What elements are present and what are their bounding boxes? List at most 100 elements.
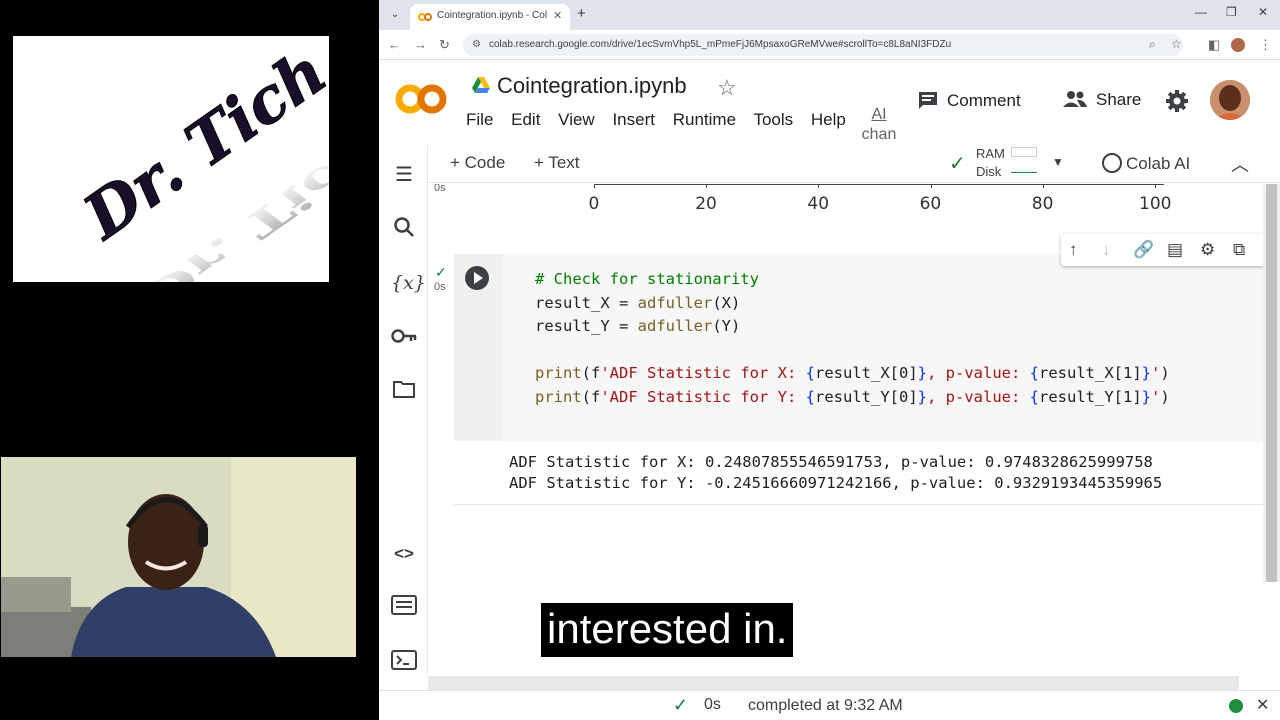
code-line-6: print(f'ADF Statistic for Y: {result_Y[0… [535,387,1170,406]
files-folder-icon[interactable] [391,379,417,405]
x-tick-mark [1042,184,1044,188]
command-palette-icon[interactable] [391,595,417,621]
add-text-button[interactable]: + Text [534,153,580,173]
disk-label: Disk [976,164,1002,179]
video-subtitle: interested in. [541,603,794,657]
browser-menu-icon[interactable]: ⋮ [1259,37,1272,53]
share-label: Share [1096,90,1142,109]
browser-window: ⌄ Cointegration.ipynb - Colabora ✕ + — ❐… [379,0,1280,720]
forward-icon[interactable]: → [414,37,427,52]
menu-insert[interactable]: Insert [612,110,655,129]
run-cell-button[interactable] [465,266,489,290]
notebook-toolbar: + Code + Text ✓ RAM Disk ▼ Colab AI ︿ [428,145,1280,183]
code-line-5: print(f'ADF Statistic for X: {result_X[0… [535,364,1170,382]
status-bar: ✓ 0s completed at 9:32 AM ✕ [379,690,1280,720]
link-icon[interactable]: 🔗 [1133,240,1154,260]
resource-indicator[interactable]: RAM Disk [976,145,1005,181]
address-bar: ← → ↻ ⚙ colab.research.google.com/drive/… [379,30,1280,60]
cell-settings-icon[interactable]: ⚙ [1200,240,1215,260]
bookmark-star-icon[interactable]: ☆ [1171,37,1182,51]
colab-ai-icon [1102,153,1122,173]
colab-favicon-icon [418,13,432,21]
vertical-scroll-thumb[interactable] [1266,184,1277,582]
menu-tools[interactable]: Tools [753,110,793,129]
ram-graph [1011,147,1037,157]
menu-runtime[interactable]: Runtime [673,110,736,129]
dr-tich-logo: Dr. Tich Dr. Tich [13,36,329,282]
move-down-icon[interactable]: ↓ [1102,240,1111,260]
plot-x-axis [594,184,1164,185]
move-up-icon[interactable]: ↑ [1069,240,1078,260]
secrets-key-icon[interactable] [391,325,417,351]
exec-success-check-icon: ✓ [435,264,447,280]
menu-file[interactable]: File [466,110,493,129]
colab-ai-label: Colab AI [1126,154,1191,173]
minimize-icon[interactable]: — [1195,5,1207,19]
add-code-button[interactable]: + Code [450,153,505,173]
x-tick-label: 60 [919,194,942,214]
x-tick-mark [594,184,595,188]
share-button[interactable]: Share [1062,90,1141,110]
comment-button[interactable]: Comment [917,90,1021,111]
comment-label: Comment [947,91,1021,110]
output-line-2: ADF Statistic for Y: -0.2451666097124216… [509,474,1163,492]
x-tick-mark [930,184,932,188]
cell-output: ADF Statistic for X: 0.24807855546591753… [509,452,1162,494]
ai-changes-link[interactable]: AI chan [859,105,899,145]
terminal-icon[interactable] [391,650,417,676]
code-editor[interactable]: # Check for stationarity result_X = adfu… [535,268,1170,409]
ai-change-line1: AI [871,106,887,123]
user-avatar[interactable] [1210,80,1250,120]
back-icon[interactable]: ← [388,37,401,52]
x-tick-label: 0 [588,194,600,214]
zoom-icon[interactable]: ⌕ [1149,37,1156,52]
url-input[interactable]: ⚙ colab.research.google.com/drive/1ecSvm… [463,34,1183,56]
star-icon[interactable]: ☆ [717,75,737,101]
google-drive-icon[interactable] [471,76,491,94]
window-close-icon[interactable]: ✕ [1258,5,1268,19]
tab-close-icon[interactable]: ✕ [553,9,562,22]
runtime-dropdown-icon[interactable]: ▼ [1052,155,1064,169]
mirror-cell-icon[interactable]: ⧉ [1233,240,1245,260]
colab-logo[interactable] [395,82,447,116]
vertical-scrollbar[interactable] [1263,184,1280,582]
x-tick-label: 20 [695,194,717,214]
new-tab-icon[interactable]: + [577,5,586,22]
colab-header: Cointegration.ipynb ☆ File Edit View Ins… [379,60,1280,145]
code-line-3: result_Y = adfuller(Y) [535,317,741,335]
status-exec-time: 0s [704,696,721,713]
side-panel-icon[interactable]: ◧ [1208,37,1220,53]
horizontal-scrollbar[interactable] [428,676,1239,690]
status-check-icon: ✓ [673,695,689,715]
people-icon [1063,91,1087,107]
settings-gear-icon[interactable] [1165,89,1189,113]
output-line-1: ADF Statistic for X: 0.24807855546591753… [509,453,1153,471]
status-text: completed at 9:32 AM [748,697,903,714]
site-info-icon[interactable]: ⚙ [472,39,481,50]
cell-toolbar: ↑ ↓ 🔗 ▤ ⚙ ⧉ 🗑 ⋮ [1061,234,1280,266]
colab-ai-button[interactable]: Colab AI [1102,153,1190,174]
restore-icon[interactable]: ❐ [1226,5,1237,19]
browser-tab[interactable]: Cointegration.ipynb - Colabora ✕ [410,4,570,30]
disk-graph [1011,165,1037,173]
collapse-header-icon[interactable]: ︿ [1231,151,1249,177]
menu-help[interactable]: Help [811,110,846,129]
cell-comment-icon[interactable]: ▤ [1167,240,1183,260]
code-cell[interactable]: # Check for stationarity result_X = adfu… [454,254,1266,441]
variables-icon[interactable]: {x} [391,270,426,296]
code-snippets-icon[interactable]: <> [391,541,417,567]
menu-view[interactable]: View [558,110,595,129]
search-icon[interactable] [391,216,417,242]
code-line-1: # Check for stationarity [535,270,759,288]
profile-avatar-icon[interactable] [1231,38,1245,52]
ram-label: RAM [976,146,1005,161]
table-of-contents-icon[interactable]: ☰ [391,162,417,188]
menu-edit[interactable]: Edit [511,110,540,129]
url-text: colab.research.google.com/drive/1ecSvmVh… [489,39,952,50]
x-tick-label: 100 [1139,194,1172,214]
notebook-title[interactable]: Cointegration.ipynb [497,73,687,99]
comment-icon [919,92,937,109]
tab-search-icon[interactable]: ⌄ [385,6,405,24]
status-close-icon[interactable]: ✕ [1256,695,1269,715]
reload-icon[interactable]: ↻ [439,37,450,53]
